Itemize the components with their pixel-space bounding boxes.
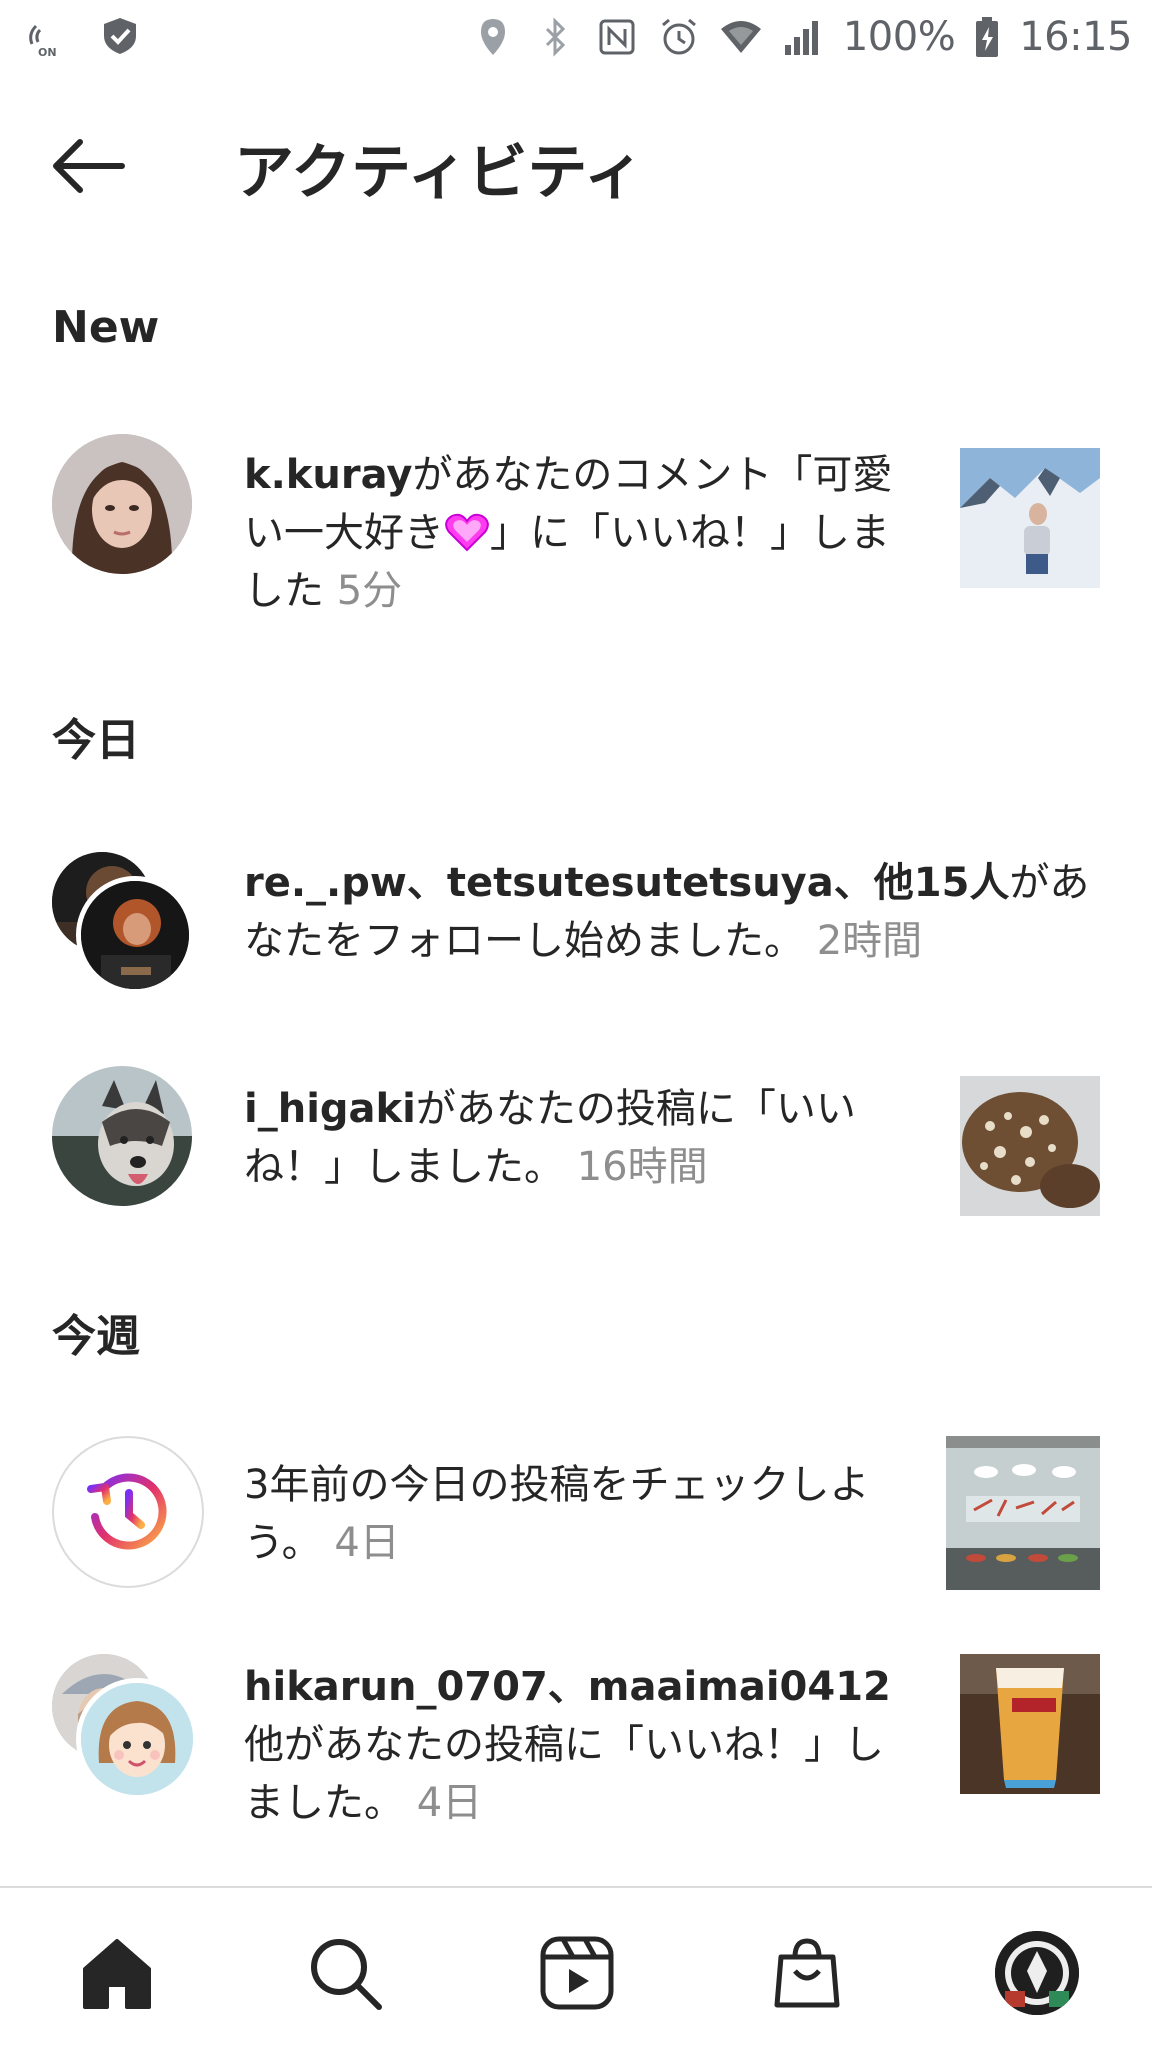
post-thumbnail[interactable] <box>960 448 1100 588</box>
activity-text: 3年前の今日の投稿をチェックしよう。 4日 <box>244 1462 870 1566</box>
back-button[interactable] <box>48 136 128 196</box>
username[interactable]: i_higaki <box>244 1086 416 1132</box>
activity-text: i_higakiがあなたの投稿に「いいね！」しました。 16時間 <box>244 1086 856 1190</box>
nav-search[interactable] <box>300 1928 390 2018</box>
post-thumbnail[interactable] <box>960 1654 1100 1794</box>
nav-home[interactable] <box>72 1928 162 2018</box>
search-icon <box>311 1939 382 2010</box>
nfc-icon <box>595 15 639 59</box>
activity-row[interactable]: re._.pw、tetsutesutetsuya、他15人があなたをフォローし始… <box>0 848 1152 998</box>
post-thumbnail[interactable] <box>960 1076 1100 1216</box>
username[interactable]: re._.pw、tetsutesutetsuya、他15人 <box>244 860 1009 906</box>
post-thumbnail[interactable] <box>946 1436 1100 1590</box>
shield-check-icon <box>98 14 142 58</box>
username[interactable]: hikarun_0707、maaimai0412 <box>244 1664 891 1710</box>
nfc-on-icon: ON <box>24 14 68 58</box>
section-title-this-week: 今週 <box>52 1311 140 1362</box>
wifi-icon <box>719 15 763 59</box>
profile-avatar <box>995 1931 1079 2015</box>
avatar[interactable] <box>76 876 194 994</box>
timestamp: 2時間 <box>816 918 923 964</box>
activity-text: re._.pw、tetsutesutetsuya、他15人があなたをフォローし始… <box>244 860 1090 964</box>
location-icon <box>471 15 515 59</box>
header: アクティビティ <box>0 100 1152 230</box>
username[interactable]: k.kuray <box>244 452 412 498</box>
shop-icon <box>774 1938 840 2008</box>
nav-reels[interactable] <box>532 1928 622 2018</box>
timestamp: 4日 <box>334 1520 400 1566</box>
memories-icon[interactable] <box>52 1436 204 1588</box>
section-title-new: New <box>52 302 160 353</box>
avatar[interactable] <box>52 1066 192 1206</box>
activity-screen: ON 100% 16:15 アクティビティ New k.kurayがあなたのコメ… <box>0 0 1152 2048</box>
activity-row[interactable]: 3年前の今日の投稿をチェックしよう。 4日 <box>0 1434 1152 1594</box>
home-icon <box>83 1939 151 2009</box>
section-title-today: 今日 <box>52 715 140 766</box>
avatar[interactable] <box>76 1678 198 1800</box>
bluetooth-icon <box>533 15 577 59</box>
avatar[interactable] <box>52 434 192 574</box>
bottom-nav <box>0 1888 1152 2048</box>
battery-icon <box>973 15 1001 59</box>
alarm-icon <box>657 15 701 59</box>
activity-row[interactable]: i_higakiがあなたの投稿に「いいね！」しました。 16時間 <box>0 1062 1152 1216</box>
nav-shop[interactable] <box>762 1928 852 2018</box>
arrow-left-icon <box>53 139 125 193</box>
timestamp: 5分 <box>336 568 403 614</box>
activity-text: hikarun_0707、maaimai0412他があなたの投稿に「いいね！」し… <box>244 1664 891 1826</box>
heart-icon <box>444 510 490 552</box>
reels-icon <box>540 1936 614 2010</box>
activity-row[interactable]: k.kurayがあなたのコメント「可愛い一大好き 」に「いいね！」しました 5分 <box>0 430 1152 630</box>
signal-icon <box>781 15 825 59</box>
nav-profile[interactable] <box>992 1928 1082 2018</box>
page-title: アクティビティ <box>234 138 644 208</box>
timestamp: 16時間 <box>576 1144 708 1190</box>
activity-row[interactable]: hikarun_0707、maaimai0412他があなたの投稿に「いいね！」し… <box>0 1650 1152 1850</box>
status-bar: ON 100% 16:15 <box>0 0 1152 80</box>
activity-text: k.kurayがあなたのコメント「可愛い一大好き 」に「いいね！」しました 5分 <box>244 452 893 614</box>
timestamp: 4日 <box>416 1780 483 1826</box>
battery-percent: 100% <box>842 14 956 60</box>
clock: 16:15 <box>1019 14 1132 60</box>
svg-text:ON: ON <box>38 46 57 58</box>
